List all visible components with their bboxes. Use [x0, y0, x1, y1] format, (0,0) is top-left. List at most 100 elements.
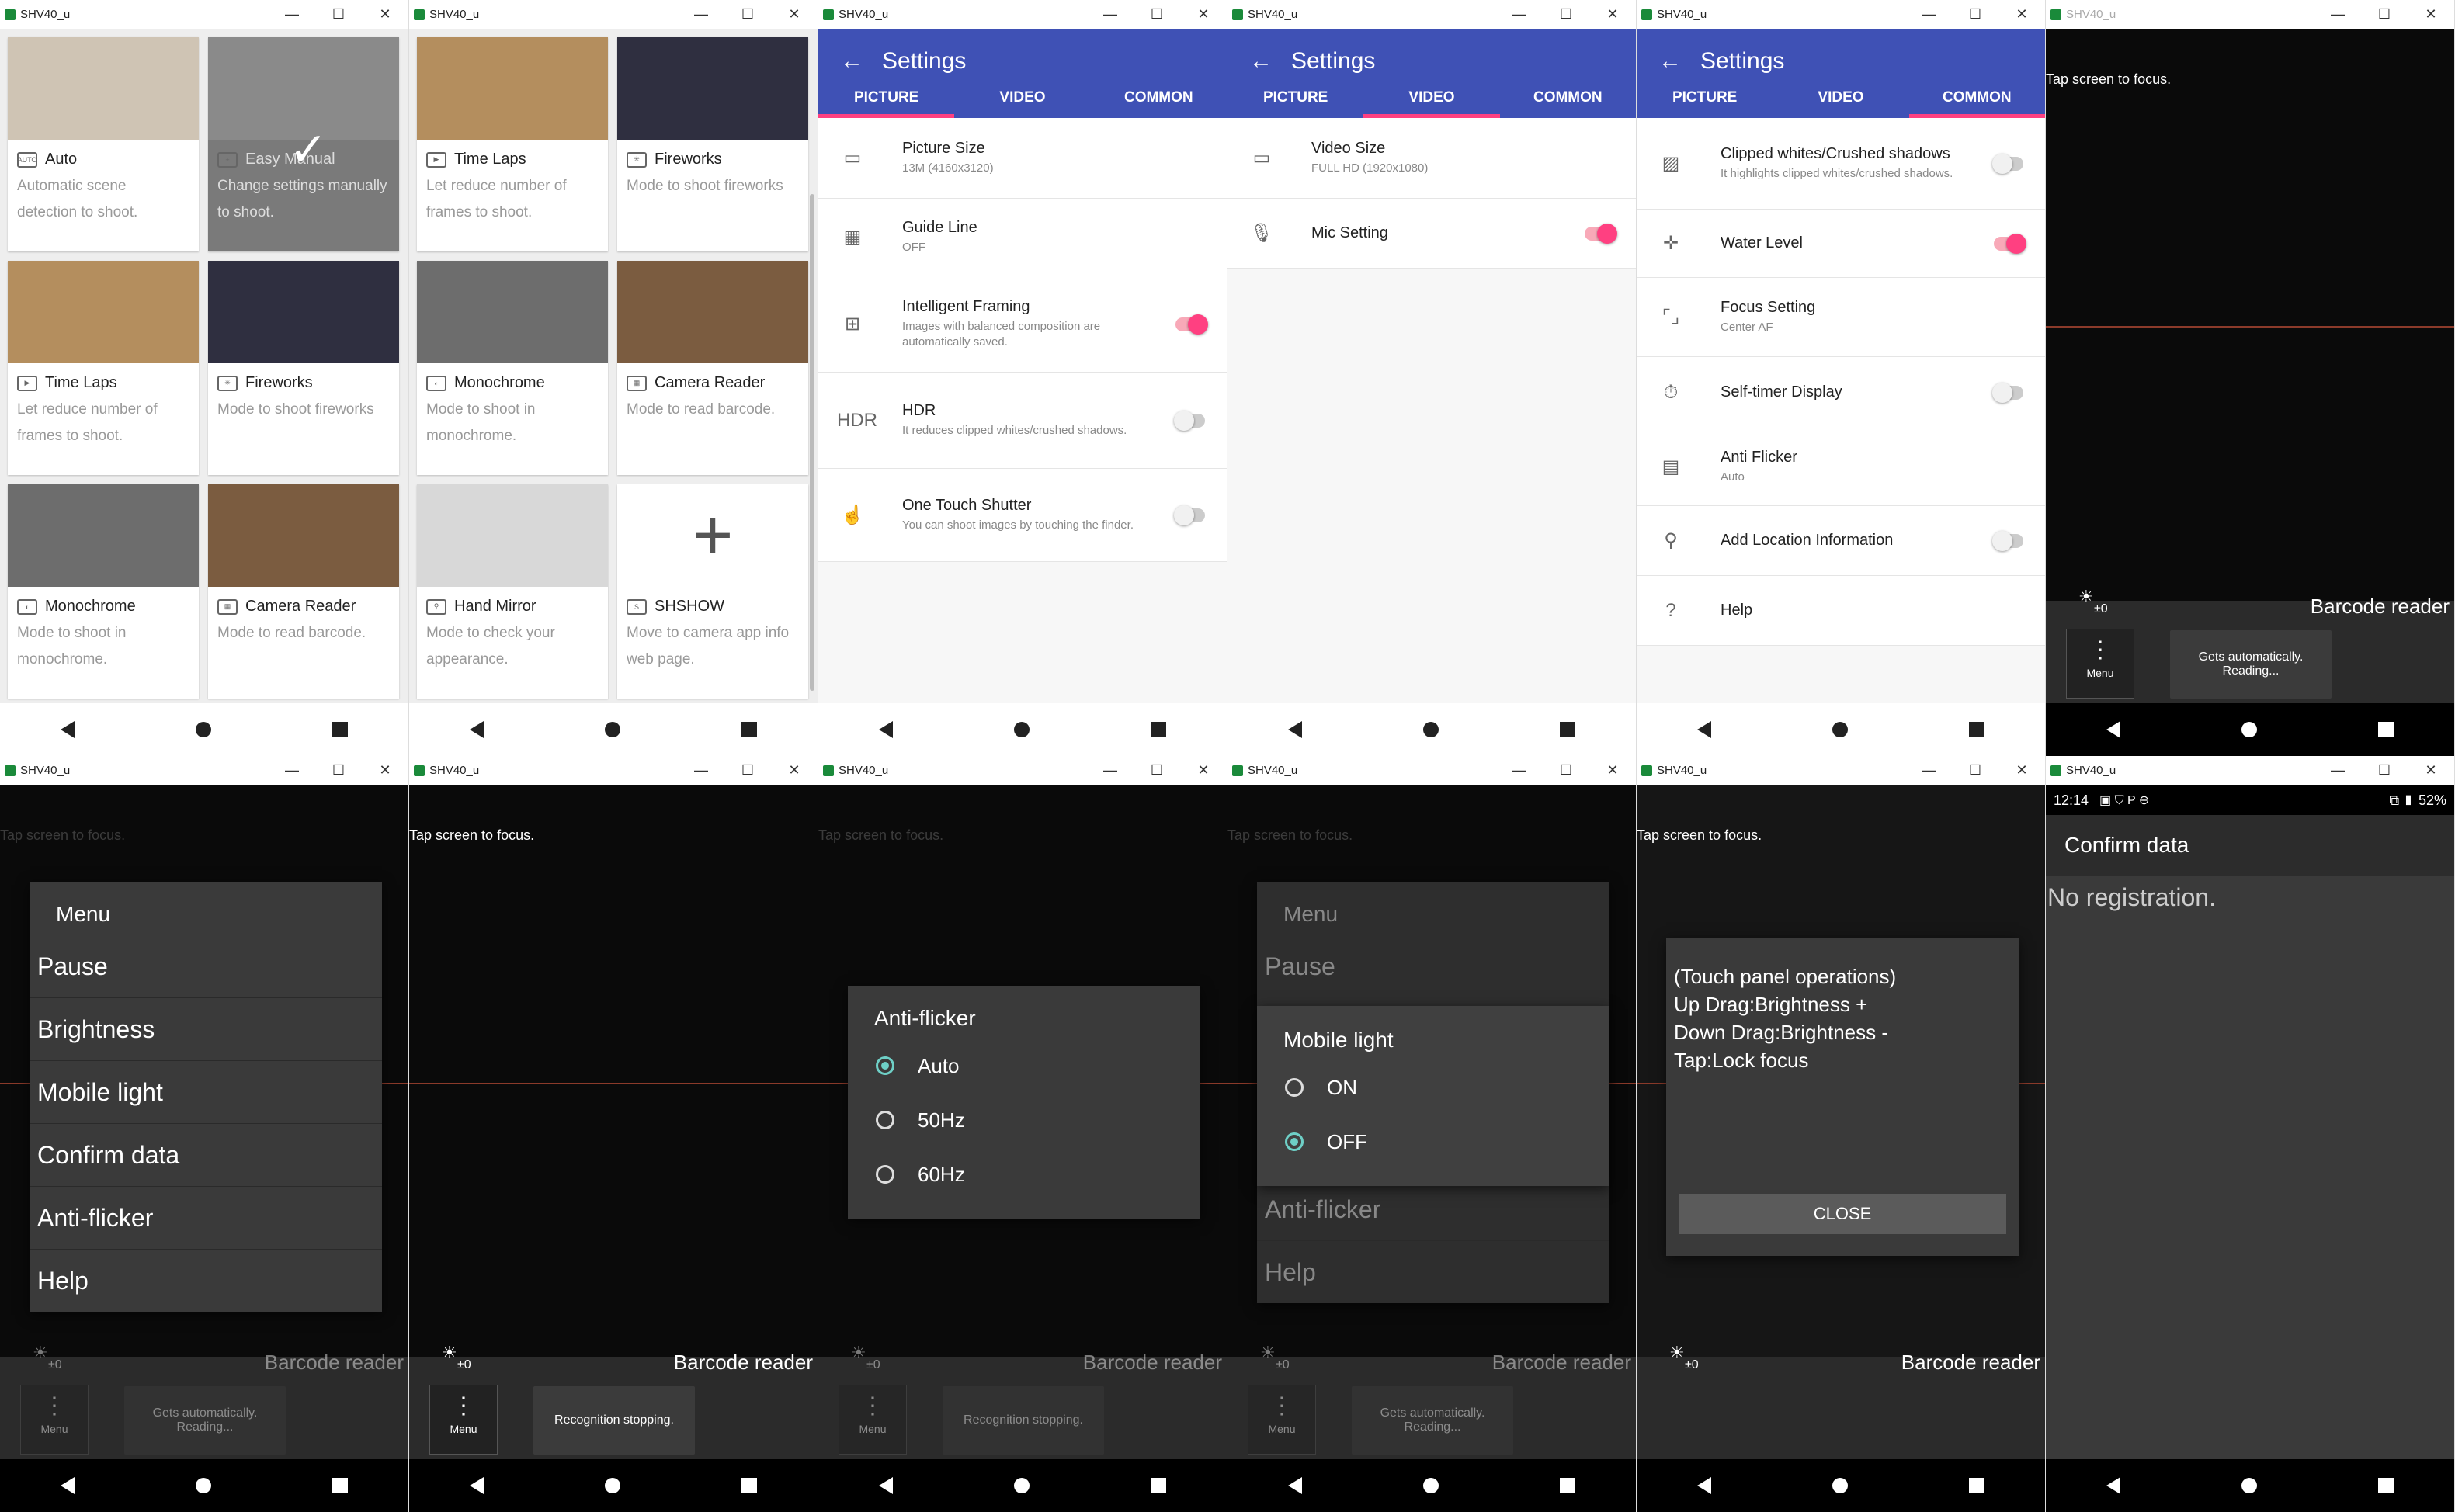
close-window-button[interactable]: ✕	[1589, 6, 1636, 23]
home-icon[interactable]	[605, 1478, 620, 1493]
scrollbar[interactable]	[810, 194, 814, 691]
settings-row[interactable]: ▭ Video Size FULL HD (1920x1080)	[1228, 118, 1636, 199]
maximize-button[interactable]: ☐	[1952, 6, 1998, 23]
menu-button[interactable]: ⋮ Menu	[429, 1385, 498, 1455]
home-icon[interactable]	[1014, 722, 1030, 737]
maximize-button[interactable]: ☐	[315, 762, 362, 779]
recent-apps-icon[interactable]	[1560, 722, 1575, 737]
toggle-switch[interactable]	[1174, 505, 1205, 525]
home-icon[interactable]	[1423, 722, 1439, 737]
recent-apps-icon[interactable]	[1560, 1478, 1575, 1493]
camera-viewfinder[interactable]: Tap screen to focus. ☀ ±0 Barcode reader…	[1228, 785, 1636, 1459]
close-window-button[interactable]: ✕	[1998, 762, 2045, 779]
tab-video[interactable]: VIDEO	[1363, 78, 1500, 118]
close-window-button[interactable]: ✕	[1589, 762, 1636, 779]
menu-button[interactable]: ⋮ Menu	[20, 1385, 89, 1455]
minimize-button[interactable]: —	[1496, 762, 1543, 779]
maximize-button[interactable]: ☐	[2361, 762, 2408, 779]
minimize-button[interactable]: —	[1905, 762, 1952, 779]
recent-apps-icon[interactable]	[332, 722, 348, 737]
maximize-button[interactable]: ☐	[724, 762, 771, 779]
mode-card[interactable]: ✳ Fireworks Mode to shoot fireworks	[208, 261, 399, 475]
mode-card[interactable]: ▦ Camera Reader Mode to read barcode.	[617, 261, 808, 475]
mode-card[interactable]: ▶ Time Laps Let reduce number of frames to…	[8, 261, 199, 475]
maximize-button[interactable]: ☐	[724, 6, 771, 23]
back-icon[interactable]	[61, 1477, 75, 1494]
menu-item[interactable]: Help	[1257, 1240, 1609, 1303]
settings-row[interactable]: ? Help	[1637, 576, 2045, 646]
minimize-button[interactable]: —	[1905, 6, 1952, 23]
camera-viewfinder[interactable]: Tap screen to focus. ☀ ±0 Barcode reader…	[0, 785, 408, 1459]
toggle-switch[interactable]	[1992, 382, 2023, 403]
back-icon[interactable]	[1697, 1477, 1711, 1494]
menu-item[interactable]: Anti-flicker	[30, 1186, 382, 1249]
recent-apps-icon[interactable]	[2378, 1478, 2394, 1493]
arrow-back-icon[interactable]: ←	[840, 48, 863, 75]
radio-option[interactable]: OFF	[1257, 1115, 1609, 1169]
tab-common[interactable]: COMMON	[1500, 78, 1636, 118]
recent-apps-icon[interactable]	[1969, 722, 1984, 737]
maximize-button[interactable]: ☐	[1952, 762, 1998, 779]
back-icon[interactable]	[470, 1477, 484, 1494]
radio-option[interactable]: Auto	[848, 1039, 1200, 1093]
settings-row[interactable]: ▤ Anti Flicker Auto	[1637, 428, 2045, 506]
back-icon[interactable]	[1288, 721, 1302, 738]
menu-item[interactable]: Pause	[30, 935, 382, 997]
mode-card[interactable]: + S SHSHOW Move to camera app info web page…	[617, 484, 808, 699]
mode-card[interactable]: ⚲ Hand Mirror Mode to check your appearanc…	[417, 484, 608, 699]
recent-apps-icon[interactable]	[1151, 722, 1166, 737]
mode-card[interactable]: ✳ Fireworks Mode to shoot fireworks	[617, 37, 808, 251]
maximize-button[interactable]: ☐	[1134, 6, 1180, 23]
tab-video[interactable]: VIDEO	[1773, 78, 1908, 118]
close-window-button[interactable]: ✕	[2408, 762, 2454, 779]
tab-video[interactable]: VIDEO	[954, 78, 1090, 118]
arrow-back-icon[interactable]: ←	[1658, 48, 1682, 75]
minimize-button[interactable]: —	[2314, 762, 2361, 779]
close-window-button[interactable]: ✕	[1180, 6, 1227, 23]
maximize-button[interactable]: ☐	[2361, 6, 2408, 23]
menu-item[interactable]: Help	[30, 1249, 382, 1312]
settings-row[interactable]: 🎙 Mic Setting	[1228, 199, 1636, 269]
home-icon[interactable]	[1423, 1478, 1439, 1493]
radio-button[interactable]	[876, 1111, 894, 1129]
back-icon[interactable]	[61, 721, 75, 738]
recent-apps-icon[interactable]	[2378, 722, 2394, 737]
camera-viewfinder[interactable]: Tap screen to focus. ☀ ±0 Barcode reader…	[2046, 29, 2454, 703]
home-icon[interactable]	[196, 722, 211, 737]
mode-card[interactable]: ▦ Camera Reader Mode to read barcode.	[208, 484, 399, 699]
tab-common[interactable]: COMMON	[1908, 78, 2045, 118]
settings-row[interactable]: ▦ Guide Line OFF	[818, 199, 1227, 276]
settings-row[interactable]: ⏱ Self-timer Display	[1637, 357, 2045, 428]
close-window-button[interactable]: ✕	[771, 762, 818, 779]
maximize-button[interactable]: ☐	[1543, 6, 1589, 23]
recent-apps-icon[interactable]	[1151, 1478, 1166, 1493]
close-window-button[interactable]: ✕	[362, 762, 408, 779]
arrow-back-icon[interactable]: ←	[1249, 48, 1273, 75]
menu-button[interactable]: ⋮ Menu	[2066, 629, 2134, 699]
settings-row[interactable]: ⚲ Add Location Information	[1637, 506, 2045, 576]
back-icon[interactable]	[2106, 1477, 2120, 1494]
toggle-switch[interactable]	[1994, 233, 2026, 254]
tab-picture[interactable]: PICTURE	[1228, 78, 1363, 118]
toggle-switch[interactable]	[1585, 223, 1617, 244]
close-window-button[interactable]: ✕	[362, 6, 408, 23]
menu-button[interactable]: ⋮ Menu	[1248, 1385, 1316, 1455]
mode-card[interactable]: ◐ Monochrome Mode to shoot in monochrome.	[8, 484, 199, 699]
settings-row[interactable]: ⊞ Intelligent Framing Images with balanced…	[818, 276, 1227, 373]
home-icon[interactable]	[1832, 1478, 1848, 1493]
radio-button[interactable]	[876, 1165, 894, 1184]
maximize-button[interactable]: ☐	[1543, 762, 1589, 779]
home-icon[interactable]	[1832, 722, 1848, 737]
toggle-switch[interactable]	[1174, 410, 1205, 431]
maximize-button[interactable]: ☐	[315, 6, 362, 23]
camera-viewfinder[interactable]: Tap screen to focus. ☀ ±0 Barcode reader…	[818, 785, 1227, 1459]
close-button[interactable]: CLOSE	[1679, 1194, 2006, 1234]
settings-row[interactable]: ☝ One Touch Shutter You can shoot images b…	[818, 469, 1227, 562]
back-icon[interactable]	[879, 1477, 893, 1494]
minimize-button[interactable]: —	[269, 762, 315, 779]
home-icon[interactable]	[196, 1478, 211, 1493]
close-window-button[interactable]: ✕	[1180, 762, 1227, 779]
close-window-button[interactable]: ✕	[1998, 6, 2045, 23]
back-icon[interactable]	[470, 721, 484, 738]
toggle-switch[interactable]	[1175, 314, 1208, 335]
